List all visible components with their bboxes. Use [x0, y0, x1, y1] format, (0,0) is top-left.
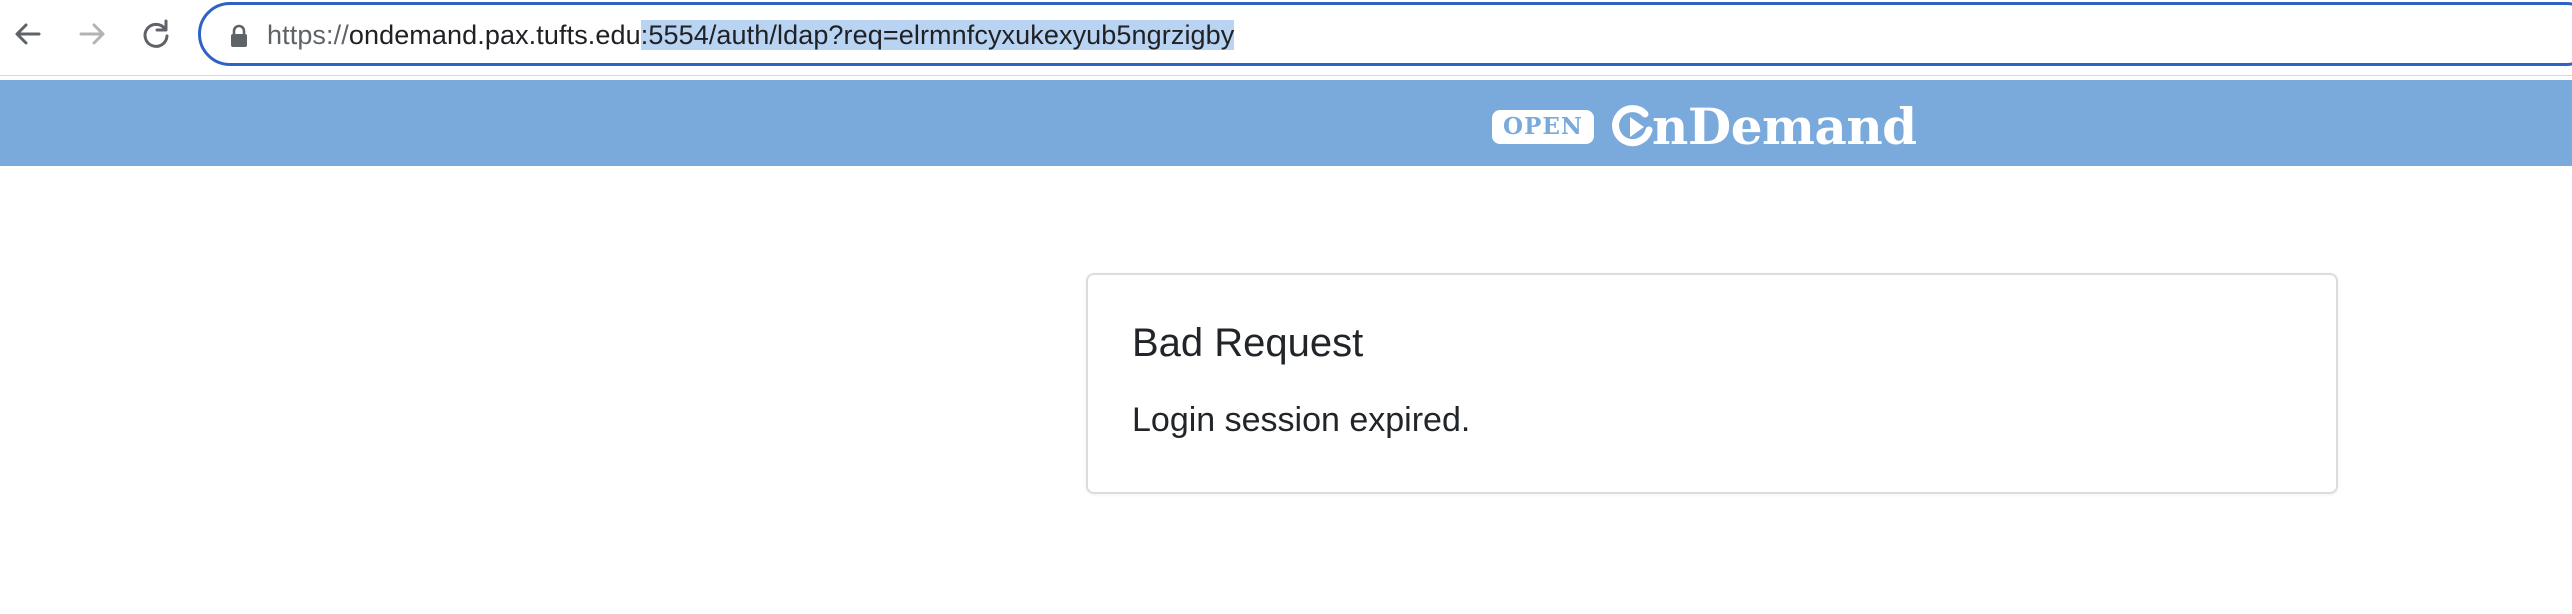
error-message: Login session expired.	[1132, 401, 1471, 439]
back-button[interactable]	[8, 14, 48, 54]
reload-button[interactable]	[136, 14, 176, 54]
forward-button[interactable]	[72, 14, 112, 54]
url-host: ondemand.pax.tufts.edu	[348, 20, 641, 50]
lock-icon[interactable]	[229, 24, 249, 48]
address-bar[interactable]: https://ondemand.pax.tufts.edu:5554/auth…	[198, 2, 2572, 66]
url-selected-text: :5554/auth/ldap?req=elrmnfcyxukexyub5ngr…	[640, 20, 1235, 50]
ondemand-o-play-icon	[1612, 105, 1653, 147]
error-title: Bad Request	[1132, 321, 1364, 365]
error-card: Bad Request Login session expired.	[1086, 273, 2338, 494]
ondemand-logo[interactable]: nDemand	[1610, 98, 1917, 156]
open-badge: OPEN	[1492, 110, 1594, 144]
ondemand-navbar: OPEN nDemand	[0, 80, 2572, 166]
reload-icon	[143, 19, 169, 48]
url-scheme: https://	[267, 20, 349, 50]
browser-toolbar: https://ondemand.pax.tufts.edu:5554/auth…	[0, 0, 2572, 76]
ondemand-logo-text: nDemand	[1652, 97, 1917, 156]
forward-arrow-icon	[79, 23, 105, 45]
url-text[interactable]: https://ondemand.pax.tufts.edu:5554/auth…	[267, 19, 1235, 51]
back-arrow-icon	[15, 23, 41, 45]
